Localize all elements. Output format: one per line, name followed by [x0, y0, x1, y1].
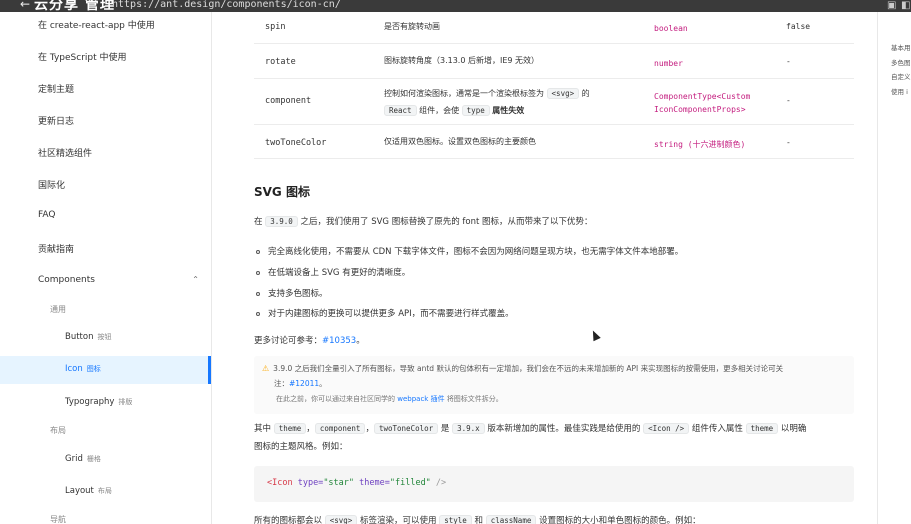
warning-note: 在此之前，你可以通过来自社区同学的 webpack 插件 将图标文件拆分。 — [276, 395, 503, 403]
prop-description: 是否有旋转动画 — [384, 22, 440, 31]
sidebar-item-label: 社区精选组件 — [38, 149, 93, 159]
sidebar-group-layout: 布局 — [0, 424, 211, 438]
back-icon[interactable]: ← — [20, 0, 30, 11]
sidebar-item-label: Button 按钮 — [65, 332, 112, 342]
warning-icon: ⚠ — [262, 364, 270, 373]
sidebar-group-nav: 导航 — [0, 513, 211, 524]
prop-type: string (十六进制颜色) — [654, 140, 746, 149]
table-row: twoToneColor 仅适用双色图标。设置双色图标的主要颜色 string … — [254, 125, 854, 159]
sidebar-item-create-react-app[interactable]: 在 create-react-app 中使用 — [0, 16, 211, 32]
section-heading: SVG 图标 — [254, 185, 310, 199]
sidebar-item-faq[interactable]: FAQ — [0, 208, 211, 224]
sidebar-item-label: Grid 栅格 — [65, 454, 101, 464]
prop-default: - — [786, 96, 791, 105]
sidebar-item-changelog[interactable]: 更新日志 — [0, 112, 211, 128]
prop-description: 图标旋转角度（3.13.0 后新增，IE9 无效） — [384, 56, 540, 65]
sidebar-item-grid[interactable]: Grid 栅格 — [0, 452, 211, 468]
sidebar-item-label: Layout 布局 — [65, 486, 112, 496]
list-item: 在低端设备上 SVG 有更好的清晰度。 — [256, 266, 410, 278]
prop-type: number — [654, 59, 683, 68]
code-example: <Icon type="star" theme="filled" /> — [254, 466, 854, 502]
anchor-link[interactable]: 多色图 — [891, 57, 911, 67]
prop-name: component — [265, 96, 312, 106]
sidebar-item-label: 国际化 — [38, 181, 66, 191]
sidebar-group-label: 通用 — [50, 305, 66, 314]
extension-icon[interactable]: ◧ — [901, 0, 910, 11]
anchor-link[interactable]: 基本用 — [891, 42, 911, 52]
code-line: <Icon type="star" theme="filled" /> — [267, 478, 447, 488]
browser-toolbar: ← 云分享 管理 https://ant.design/components/i… — [0, 0, 911, 12]
props-paragraph: 其中 theme， component， twoToneColor 是 3.9.x … — [254, 423, 807, 452]
webpack-plugin-link[interactable]: webpack 插件 — [397, 395, 444, 403]
sidebar-group-label: 布局 — [50, 426, 66, 435]
prop-name: twoToneColor — [265, 138, 327, 148]
list-item: 完全离线化使用，不需要从 CDN 下载字体文件，图标不会因为网络问题呈现方块，也… — [256, 245, 683, 257]
sidebar-nav: 在 create-react-app 中使用 在 TypeScript 中使用 … — [0, 12, 212, 524]
prop-name: spin — [265, 22, 286, 32]
sidebar-item-label: 更新日志 — [38, 117, 75, 127]
sidebar-item-theme[interactable]: 定制主题 — [0, 80, 211, 96]
sidebar-item-typescript[interactable]: 在 TypeScript 中使用 — [0, 48, 211, 64]
warning-callout: ⚠ 3.9.0 之后我们全量引入了所有图标，导致 antd 默认的包体积有一定增加… — [254, 356, 854, 414]
sidebar-group-general: 通用 — [0, 303, 211, 317]
bullet-icon — [256, 291, 260, 296]
discussion-paragraph: 更多讨论可参考：#10353。 — [254, 336, 365, 346]
sidebar-item-icon[interactable]: Icon 图标 — [0, 356, 211, 384]
sidebar-item-community[interactable]: 社区精选组件 — [0, 144, 211, 160]
render-paragraph: 所有的图标都会以 <svg> 标签渲染，可以使用 style 和 classNa… — [254, 515, 701, 524]
anchor-link[interactable]: 使用 i — [891, 86, 908, 96]
prop-type: boolean — [654, 24, 688, 33]
issue-link[interactable]: #10353 — [322, 336, 356, 346]
mouse-cursor-icon — [589, 328, 601, 342]
bullet-icon — [256, 311, 260, 316]
sidebar-item-label: 在 TypeScript 中使用 — [38, 53, 127, 63]
warning-text: ⚠ 3.9.0 之后我们全量引入了所有图标，导致 antd 默认的包体积有一定增加… — [262, 364, 784, 388]
sidebar-item-contributing[interactable]: 贡献指南 — [0, 240, 211, 256]
sidebar-item-button[interactable]: Button 按钮 — [0, 330, 211, 346]
table-row: spin 是否有旋转动画 boolean false — [254, 12, 854, 44]
anchor-link[interactable]: 自定义 — [891, 71, 911, 81]
prop-default: - — [786, 57, 791, 66]
list-item: 支持多色图标。 — [256, 287, 328, 299]
sidebar-group-label: 导航 — [50, 515, 66, 524]
prop-type: ComponentType<Custom IconComponentProps> — [654, 92, 751, 114]
anchor-nav: 基本用 多色图 自定义 使用 i — [877, 12, 911, 524]
prop-default: - — [786, 138, 791, 147]
bullet-icon — [256, 270, 260, 275]
overlay-brand: 云分享 管理 — [34, 0, 115, 12]
sidebar-item-label: Typography 排版 — [65, 397, 133, 407]
sidebar-item-label: 在 create-react-app 中使用 — [38, 21, 155, 31]
chevron-up-icon: ⌃ — [192, 275, 199, 284]
bullet-icon — [256, 249, 260, 254]
sidebar-item-label: 定制主题 — [38, 85, 75, 95]
extension-icon[interactable]: ▣ — [887, 0, 896, 11]
intro-paragraph: 在 3.9.0 之后，我们使用了 SVG 图标替换了原先的 font 图标，从而… — [254, 216, 593, 227]
issue-link[interactable]: #12011 — [289, 379, 319, 388]
table-row: rotate 图标旋转角度（3.13.0 后新增，IE9 无效） number … — [254, 44, 854, 79]
sidebar-item-layout[interactable]: Layout 布局 — [0, 484, 211, 500]
list-item: 对于内建图标的更换可以提供更多 API，而不需要进行样式覆盖。 — [256, 307, 514, 319]
table-row: component 控制如何渲染图标，通常是一个渲染根标签为 <svg> 的 R… — [254, 79, 854, 125]
prop-name: rotate — [265, 57, 296, 67]
prop-description: 仅适用双色图标。设置双色图标的主要颜色 — [384, 137, 536, 146]
address-bar[interactable]: https://ant.design/components/icon-cn/ — [112, 0, 341, 10]
sidebar-item-components[interactable]: Components ⌃ — [0, 273, 211, 289]
main-content: spin 是否有旋转动画 boolean false rotate 图标旋转角度… — [212, 12, 877, 524]
sidebar-item-typography[interactable]: Typography 排版 — [0, 395, 211, 411]
sidebar-item-label: 贡献指南 — [38, 245, 75, 255]
sidebar-item-label: FAQ — [38, 210, 56, 220]
sidebar-item-i18n[interactable]: 国际化 — [0, 176, 211, 192]
sidebar-item-label: Components — [38, 275, 95, 285]
prop-description: 控制如何渲染图标，通常是一个渲染根标签为 <svg> 的 React 组件，会使… — [384, 88, 590, 116]
sidebar-item-label: Icon 图标 — [65, 364, 101, 374]
prop-default: false — [786, 22, 811, 31]
